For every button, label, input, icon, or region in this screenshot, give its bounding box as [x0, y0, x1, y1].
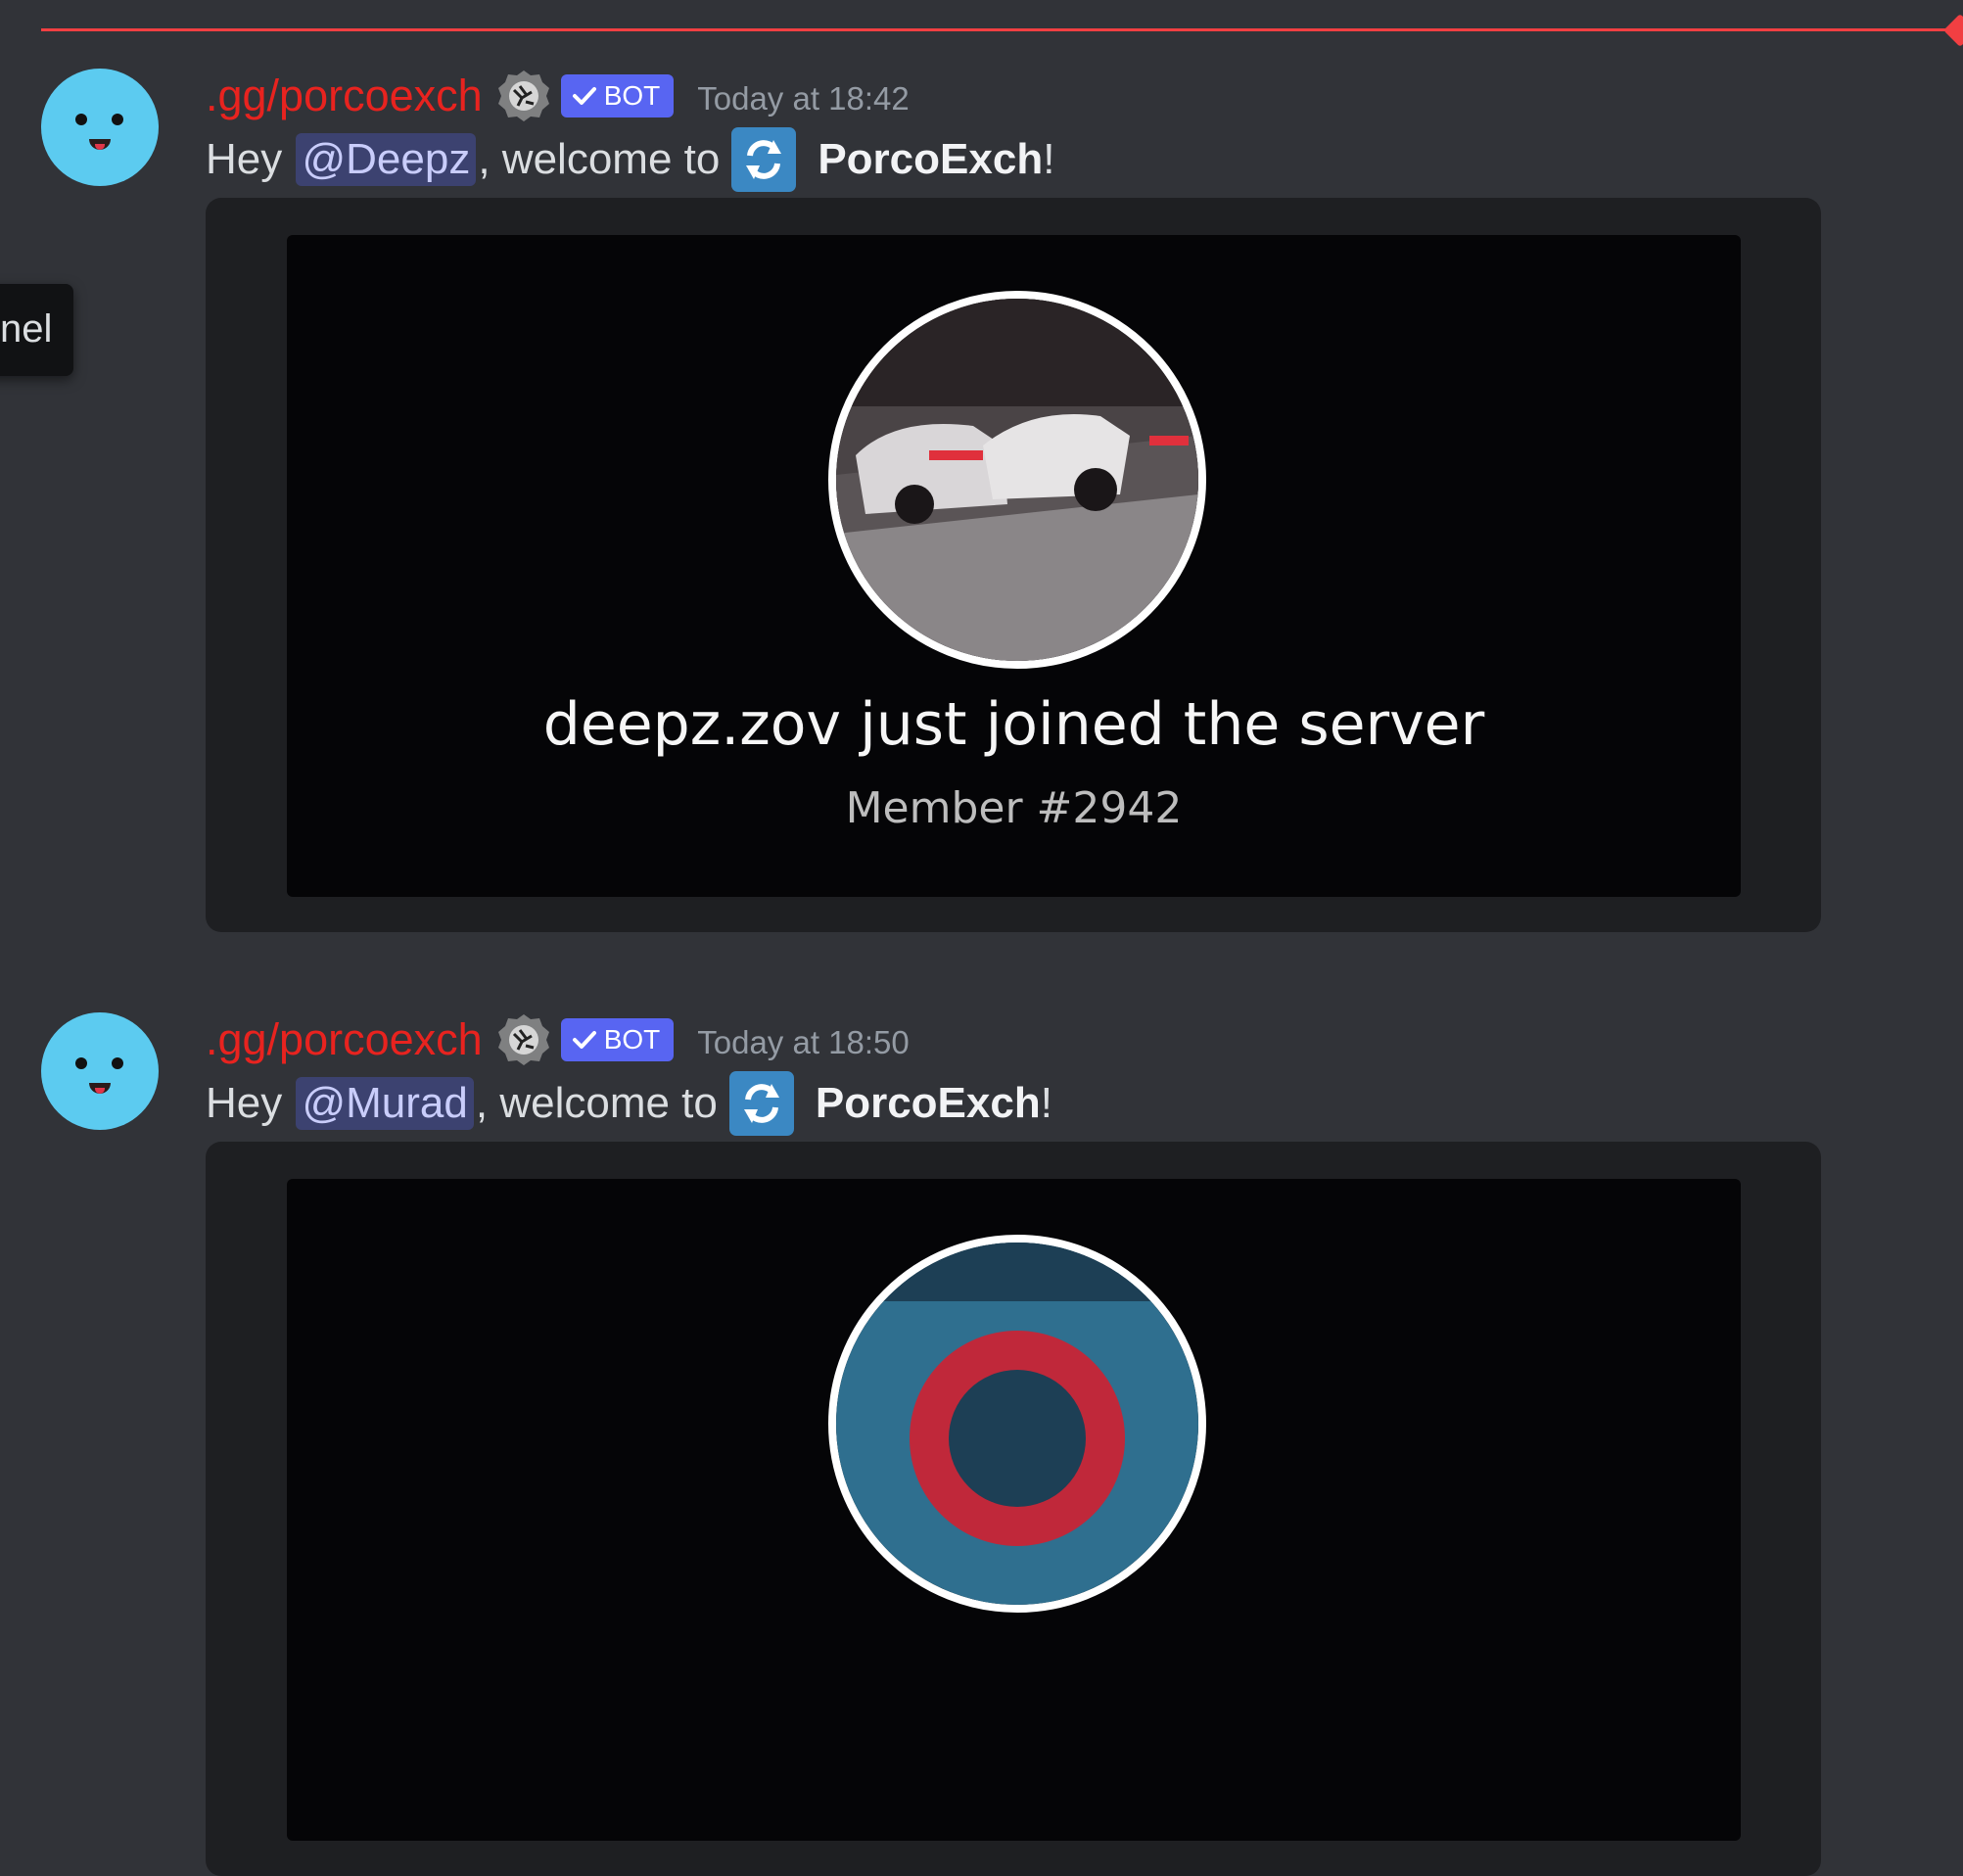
welcome-card-image[interactable]: deepz.zov just joined the server Member … — [287, 235, 1741, 897]
join-text: deepz.zov just joined the server — [542, 690, 1485, 759]
new-messages-divider — [41, 28, 1963, 31]
profile-picture — [828, 1235, 1206, 1613]
username[interactable]: .gg/porcoexch — [206, 70, 483, 121]
greeting-text: Hey — [206, 135, 283, 183]
server-tag-icon[interactable] — [496, 1012, 551, 1067]
welcome-embed — [206, 1142, 1821, 1876]
greeting-text: Hey — [206, 1079, 283, 1127]
tooltip-text: nel — [0, 307, 53, 351]
message-content: Hey @Deepz, welcome to PorcoExch! — [206, 127, 1054, 192]
timestamp[interactable]: Today at 18:42 — [697, 74, 910, 117]
timestamp[interactable]: Today at 18:50 — [697, 1018, 910, 1061]
message-content: Hey @Murad, welcome to PorcoExch! — [206, 1071, 1052, 1136]
bot-badge: BOT — [560, 74, 675, 117]
user-mention[interactable]: @Murad — [296, 1077, 474, 1130]
server-tag-icon[interactable] — [496, 69, 551, 123]
message-header: .gg/porcoexch BOT Today at 18:42 — [206, 67, 910, 125]
server-name: PorcoExch — [818, 135, 1044, 183]
new-messages-marker — [1943, 14, 1963, 47]
checkmark-icon — [572, 1031, 596, 1049]
message-header: .gg/porcoexch BOT Today at 18:50 — [206, 1010, 910, 1069]
username[interactable]: .gg/porcoexch — [206, 1014, 483, 1065]
welcome-text: , welcome to — [475, 1079, 718, 1127]
user-mention[interactable]: @Deepz — [296, 133, 477, 186]
welcome-text: , welcome to — [478, 135, 721, 183]
profile-picture — [828, 291, 1206, 669]
bot-label: BOT — [603, 80, 661, 111]
tooltip: nel — [0, 284, 73, 376]
avatar[interactable] — [41, 69, 159, 186]
exclaim: ! — [1043, 135, 1055, 183]
member-number-text: Member #2942 — [845, 783, 1183, 833]
repeat-arrows-icon — [731, 127, 797, 192]
exclaim: ! — [1040, 1079, 1052, 1127]
avatar[interactable] — [41, 1012, 159, 1130]
checkmark-icon — [572, 87, 596, 105]
bot-label: BOT — [603, 1024, 661, 1055]
bot-badge: BOT — [560, 1018, 675, 1061]
repeat-arrows-icon — [728, 1071, 794, 1136]
welcome-embed: deepz.zov just joined the server Member … — [206, 198, 1821, 932]
welcome-card-image[interactable] — [287, 1179, 1741, 1841]
server-name: PorcoExch — [815, 1079, 1041, 1127]
